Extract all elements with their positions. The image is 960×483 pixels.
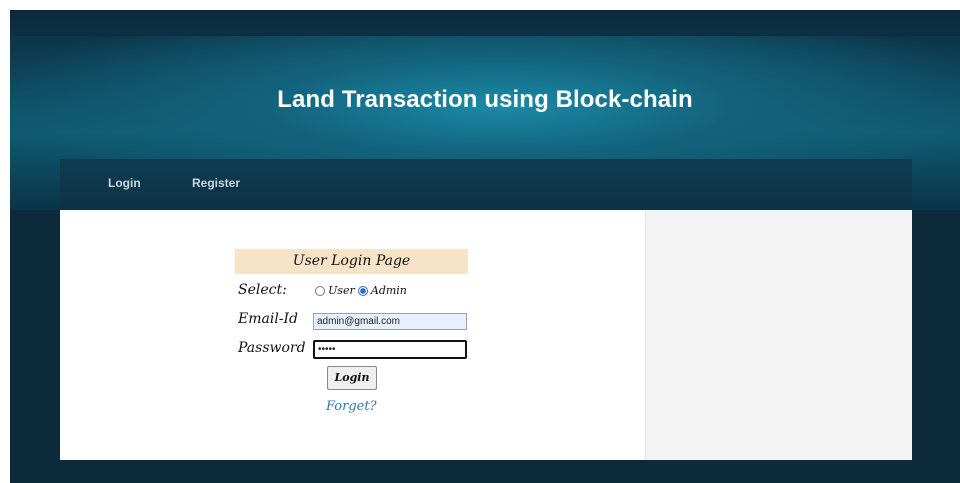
forget-password-link[interactable]: Forget? <box>326 399 377 414</box>
password-field[interactable] <box>313 340 467 359</box>
email-label: Email-Id <box>238 311 299 327</box>
radio-user[interactable] <box>315 285 325 296</box>
footer-strip <box>10 460 960 483</box>
nav-item-login[interactable]: Login <box>108 176 141 190</box>
side-panel <box>645 210 912 460</box>
nav-item-register[interactable]: Register <box>192 176 240 190</box>
form-title: User Login Page <box>235 249 468 274</box>
role-radio-group: User Admin <box>315 284 407 300</box>
login-button[interactable]: Login <box>327 366 377 390</box>
main-content: User Login Page Select: User Admin Email… <box>60 210 645 460</box>
page-background: Land Transaction using Block-chain Login… <box>10 10 960 483</box>
site-title: Land Transaction using Block-chain <box>277 86 693 113</box>
top-strip <box>10 10 960 36</box>
password-label: Password <box>238 340 306 356</box>
radio-user-label: User <box>328 284 355 297</box>
email-field[interactable] <box>313 313 467 330</box>
select-label: Select: <box>238 282 287 298</box>
radio-admin-label: Admin <box>370 284 407 297</box>
nav-bar: Login Register <box>60 159 912 210</box>
radio-admin[interactable] <box>357 285 368 296</box>
